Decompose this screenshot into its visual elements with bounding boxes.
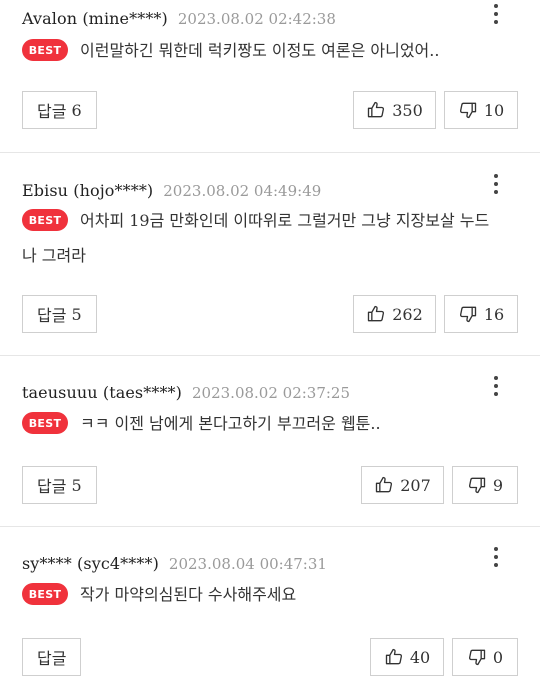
comment-date: 2023.08.02 02:37:25 [192, 384, 351, 402]
dislike-count: 10 [483, 100, 505, 120]
like-button[interactable]: 207 [361, 466, 444, 504]
thumbs-up-icon [384, 647, 404, 667]
comment-body: BEST 작가 마약의심된다 수사해주세요 [22, 577, 518, 612]
comment-header: taeusuuu (taes****) 2023.08.02 02:37:25 [22, 356, 518, 402]
comment-actions: 답글 5 207 9 [22, 466, 518, 504]
comment-text: ㅋㅋ 이젠 남에게 본다고하기 부끄러운 웹툰.. [80, 414, 381, 433]
dislike-button[interactable]: 10 [444, 91, 518, 129]
best-badge: BEST [22, 39, 68, 61]
like-button[interactable]: 262 [353, 295, 436, 333]
comment-date: 2023.08.02 02:42:38 [177, 10, 336, 28]
comment-author[interactable]: sy**** (syc4****) [22, 554, 159, 573]
thumbs-down-icon [467, 475, 487, 495]
dislike-button[interactable]: 16 [444, 295, 518, 333]
like-count: 40 [409, 647, 431, 667]
comment-text-continued: 나 그려라 [22, 246, 86, 265]
vote-group: 350 10 [353, 91, 518, 129]
comment-body: BEST 이런말하긴 뭐한데 럭키짱도 이정도 여론은 아니었어.. [22, 33, 518, 68]
reply-button[interactable]: 답글 5 [22, 466, 97, 504]
reply-button[interactable]: 답글 6 [22, 91, 97, 129]
more-options-icon[interactable] [488, 543, 504, 571]
reply-count: 5 [71, 304, 82, 324]
comment-actions: 답글 40 0 [22, 638, 518, 676]
more-options-icon[interactable] [488, 372, 504, 400]
dislike-button[interactable]: 9 [452, 466, 518, 504]
thumbs-down-icon [467, 647, 487, 667]
comment-text: 어차피 19금 만화인데 이따위로 그럴거만 그냥 지장보살 누드 [80, 211, 490, 230]
reply-label: 답글 [37, 649, 67, 668]
vote-group: 262 16 [353, 295, 518, 333]
like-button[interactable]: 40 [370, 638, 444, 676]
comment-date: 2023.08.02 04:49:49 [163, 182, 322, 200]
reply-label: 답글 [37, 306, 67, 325]
more-options-icon[interactable] [488, 170, 504, 198]
best-badge: BEST [22, 412, 68, 434]
comment-header: Avalon (mine****) 2023.08.02 02:42:38 [22, 0, 518, 28]
reply-label: 답글 [37, 477, 67, 496]
vote-group: 40 0 [370, 638, 518, 676]
like-button[interactable]: 350 [353, 91, 436, 129]
comment-header: Ebisu (hojo****) 2023.08.02 04:49:49 [22, 153, 518, 200]
comment-author[interactable]: Avalon (mine****) [22, 9, 168, 28]
comment-date: 2023.08.04 00:47:31 [168, 555, 327, 573]
comment-author[interactable]: taeusuuu (taes****) [22, 383, 182, 402]
dislike-button[interactable]: 0 [452, 638, 518, 676]
comment-item: taeusuuu (taes****) 2023.08.02 02:37:25 … [0, 356, 540, 527]
comment-body: BEST 어차피 19금 만화인데 이따위로 그럴거만 그냥 지장보살 누드 [22, 203, 518, 238]
like-count: 350 [392, 100, 423, 120]
best-badge: BEST [22, 209, 68, 231]
vote-group: 207 9 [361, 466, 518, 504]
more-options-icon[interactable] [488, 0, 504, 28]
comment-body: BEST ㅋㅋ 이젠 남에게 본다고하기 부끄러운 웹툰.. [22, 406, 518, 441]
reply-label: 답글 [37, 102, 67, 121]
thumbs-down-icon [458, 100, 478, 120]
reply-count: 6 [71, 100, 82, 120]
thumbs-down-icon [458, 304, 478, 324]
comment-author[interactable]: Ebisu (hojo****) [22, 181, 153, 200]
best-badge: BEST [22, 583, 68, 605]
comment-item: Ebisu (hojo****) 2023.08.02 04:49:49 BES… [0, 153, 540, 356]
reply-button[interactable]: 답글 5 [22, 295, 97, 333]
dislike-count: 9 [492, 475, 504, 495]
dislike-count: 16 [483, 304, 505, 324]
reply-count: 5 [71, 475, 82, 495]
comment-actions: 답글 6 350 10 [22, 91, 518, 129]
comment-item: Avalon (mine****) 2023.08.02 02:42:38 BE… [0, 0, 540, 153]
like-count: 262 [392, 304, 423, 324]
like-count: 207 [400, 475, 431, 495]
comment-text: 이런말하긴 뭐한데 럭키짱도 이정도 여론은 아니었어.. [80, 41, 440, 60]
comment-item: sy**** (syc4****) 2023.08.04 00:47:31 BE… [0, 527, 540, 684]
comment-actions: 답글 5 262 16 [22, 295, 518, 333]
thumbs-up-icon [366, 100, 386, 120]
thumbs-up-icon [374, 475, 394, 495]
comment-header: sy**** (syc4****) 2023.08.04 00:47:31 [22, 527, 518, 573]
thumbs-up-icon [366, 304, 386, 324]
comment-text: 작가 마약의심된다 수사해주세요 [80, 585, 297, 604]
reply-button[interactable]: 답글 [22, 638, 82, 676]
dislike-count: 0 [492, 647, 504, 667]
